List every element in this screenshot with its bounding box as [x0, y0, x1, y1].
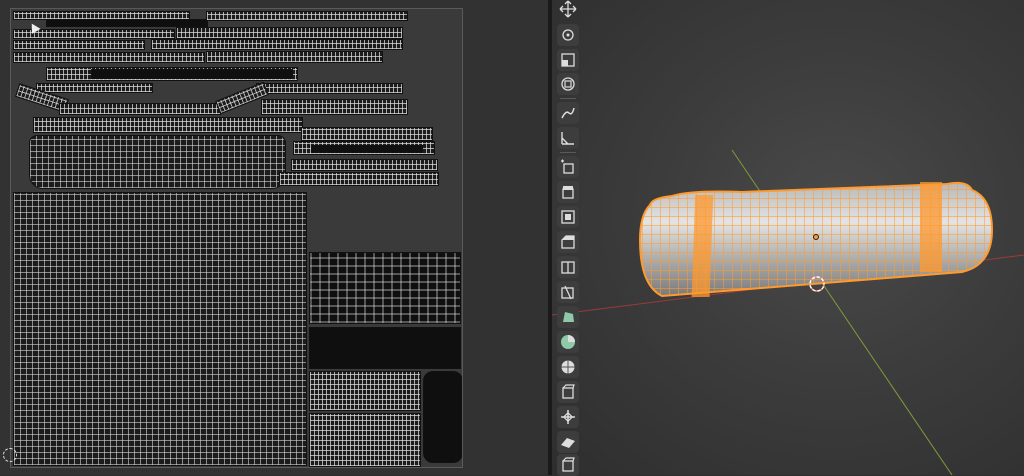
uv-island[interactable]: [311, 145, 423, 153]
uv-island[interactable]: [59, 103, 221, 115]
strap-loop[interactable]: [920, 182, 942, 272]
2d-cursor-icon[interactable]: [3, 448, 17, 462]
inset-faces-icon[interactable]: [557, 206, 579, 228]
poly-build-icon[interactable]: [557, 306, 579, 328]
uv-island[interactable]: [309, 371, 421, 411]
viewport-scene[interactable]: [552, 0, 1024, 475]
object-origin-icon: [813, 234, 819, 240]
knife-icon[interactable]: [557, 281, 579, 303]
uv-island[interactable]: [309, 327, 461, 369]
measure-icon[interactable]: [557, 127, 579, 149]
uv-island[interactable]: [151, 39, 403, 50]
uv-island[interactable]: [36, 83, 153, 93]
uv-island[interactable]: [261, 99, 408, 115]
uv-island[interactable]: [46, 19, 208, 27]
uv-island[interactable]: [309, 413, 421, 467]
uv-island[interactable]: [176, 27, 403, 39]
rip-region-icon[interactable]: [557, 454, 579, 476]
extrude-region-icon[interactable]: [557, 181, 579, 203]
bevel-icon[interactable]: [557, 231, 579, 253]
uv-island[interactable]: [29, 135, 286, 189]
move-view-icon[interactable]: [557, 0, 579, 20]
uv-island[interactable]: [33, 117, 303, 133]
shrink-fatten-icon[interactable]: [557, 406, 579, 428]
uv-texture-frame[interactable]: [10, 8, 463, 468]
transform-icon[interactable]: [557, 73, 579, 95]
cursor-icon[interactable]: [557, 24, 579, 46]
toolbar-separator: [560, 98, 576, 99]
loop-cut-icon[interactable]: [557, 256, 579, 278]
uv-island[interactable]: [423, 371, 462, 463]
uv-island[interactable]: [291, 159, 438, 171]
uv-island[interactable]: [256, 83, 403, 94]
add-cube-icon[interactable]: [557, 156, 579, 178]
uv-island[interactable]: [206, 51, 383, 63]
uv-island[interactable]: [279, 172, 439, 186]
uv-island[interactable]: [301, 127, 433, 141]
3d-viewport[interactable]: [552, 0, 1024, 475]
edge-slide-icon[interactable]: [557, 381, 579, 403]
uv-island[interactable]: [309, 252, 461, 324]
uv-island[interactable]: [91, 69, 293, 79]
smooth-icon[interactable]: [557, 356, 579, 378]
annotate-icon[interactable]: [557, 102, 579, 124]
strap-loop[interactable]: [691, 195, 714, 297]
scale-icon[interactable]: [557, 49, 579, 71]
uv-island[interactable]: [13, 52, 205, 63]
tool-shelf: [552, 0, 582, 476]
toolbar-separator: [560, 152, 576, 153]
uv-island[interactable]: [206, 11, 408, 21]
spin-icon[interactable]: [557, 331, 579, 353]
uv-island[interactable]: [13, 40, 145, 50]
uv-editor-panel[interactable]: [0, 0, 548, 475]
shear-icon[interactable]: [557, 431, 579, 453]
selected-mesh-bedroll[interactable]: [638, 181, 994, 298]
uv-island[interactable]: [13, 192, 307, 466]
